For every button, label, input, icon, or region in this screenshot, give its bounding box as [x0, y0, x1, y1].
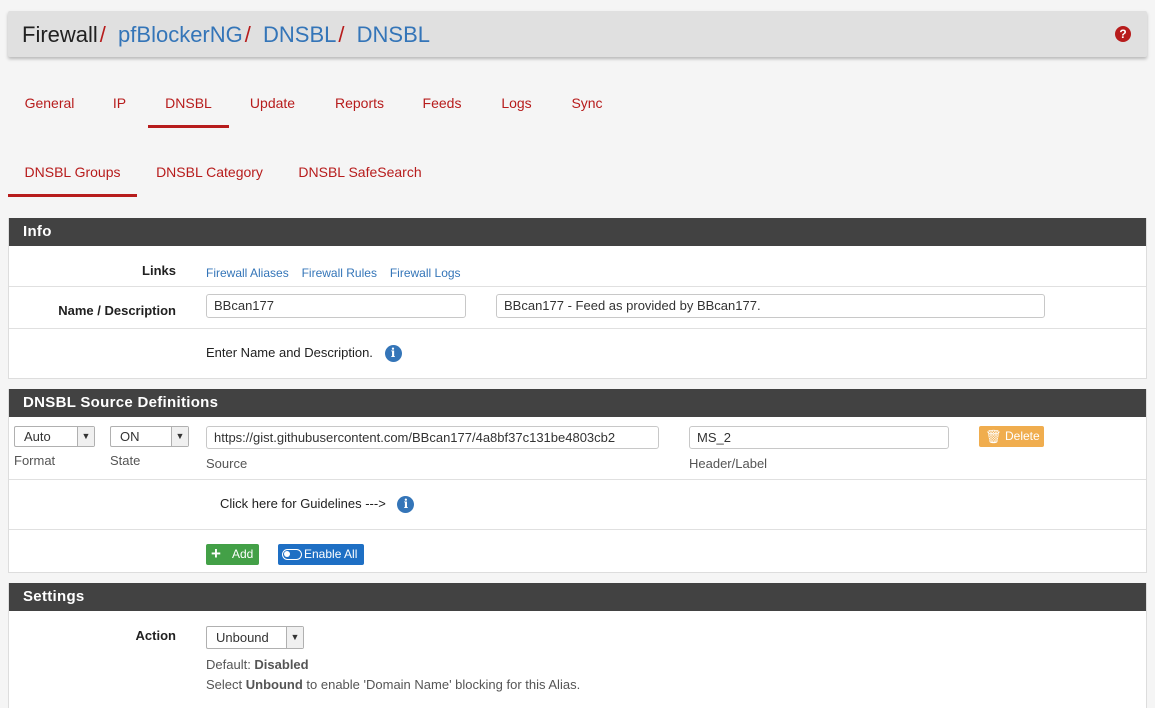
source-definitions-title: DNSBL Source Definitions	[9, 389, 1146, 417]
info-panel-title: Info	[9, 218, 1146, 246]
action-select[interactable]: Unbound ▼	[206, 626, 304, 649]
description-input[interactable]: BBcan177 - Feed as provided by BBcan177.	[496, 294, 1045, 318]
action-value: Unbound	[216, 630, 269, 645]
source-definitions-panel: DNSBL Source Definitions Auto ▼ Format O…	[8, 389, 1147, 573]
action-help: Select Unbound to enable 'Domain Name' b…	[206, 677, 580, 692]
tab-dnsbl-category[interactable]: DNSBL Category	[137, 156, 282, 197]
delete-button[interactable]: 🗑 Delete	[979, 426, 1044, 447]
tab-update[interactable]: Update	[229, 87, 316, 128]
state-select[interactable]: ON ▼	[110, 426, 189, 447]
question-circle-icon[interactable]: ?	[1115, 26, 1131, 42]
header-label-caption: Header/Label	[689, 456, 768, 471]
link-firewall-rules[interactable]: Firewall Rules	[302, 266, 377, 280]
add-button[interactable]: + Add	[206, 544, 259, 565]
links-row: Links Firewall Aliases Firewall Rules Fi…	[9, 246, 1146, 287]
tab-feeds[interactable]: Feeds	[403, 87, 481, 128]
chevron-down-icon: ▼	[77, 427, 94, 446]
breadcrumb-pfblockerng[interactable]: pfBlockerNG	[118, 22, 243, 47]
chevron-down-icon: ▼	[171, 427, 188, 446]
trash-icon: 🗑	[985, 429, 1002, 444]
primary-tabs: General IP DNSBL Update Reports Feeds Lo…	[8, 87, 622, 128]
enable-all-label: Enable All	[304, 547, 358, 561]
action-default: Default: Disabled	[206, 657, 309, 672]
info-hint-row: Enter Name and Description. i	[9, 329, 1146, 378]
action-row: Action Unbound ▼ Default: Disabled Selec…	[9, 611, 1146, 701]
tab-ip[interactable]: IP	[91, 87, 148, 128]
settings-panel: Settings Action Unbound ▼ Default: Disab…	[8, 583, 1147, 708]
tab-general[interactable]: General	[8, 87, 91, 128]
breadcrumb-dnsbl-current[interactable]: DNSBL	[357, 22, 430, 47]
breadcrumb-root: Firewall	[22, 22, 98, 47]
guidelines-link[interactable]: Click here for Guidelines ---> i	[220, 496, 415, 513]
add-label: Add	[232, 547, 254, 561]
default-prefix: Default:	[206, 657, 255, 672]
info-panel: Info Links Firewall Aliases Firewall Rul…	[8, 218, 1147, 379]
link-firewall-logs[interactable]: Firewall Logs	[390, 266, 461, 280]
delete-label: Delete	[1005, 429, 1040, 443]
tab-dnsbl[interactable]: DNSBL	[148, 87, 229, 128]
breadcrumb-dnsbl[interactable]: DNSBL	[263, 22, 336, 47]
info-icon[interactable]: i	[397, 496, 415, 513]
select-suffix: to enable 'Domain Name' blocking for thi…	[302, 677, 581, 692]
state-value: ON	[120, 429, 140, 444]
info-hint: Enter Name and Description. i	[206, 345, 402, 362]
select-bold: Unbound	[245, 677, 303, 692]
source-url-input[interactable]: https://gist.githubusercontent.com/BBcan…	[206, 426, 659, 449]
page-header: Firewall/ pfBlockerNG/ DNSBL/ DNSBL ?	[8, 11, 1147, 57]
tab-dnsbl-safesearch[interactable]: DNSBL SafeSearch	[282, 156, 438, 197]
format-value: Auto	[24, 429, 51, 444]
format-select[interactable]: Auto ▼	[14, 426, 95, 447]
source-label: Source	[206, 456, 248, 471]
toggle-icon	[282, 549, 302, 560]
tab-dnsbl-groups[interactable]: DNSBL Groups	[8, 156, 137, 197]
chevron-down-icon: ▼	[286, 627, 303, 648]
format-label: Format	[14, 453, 56, 468]
action-label: Action	[135, 628, 176, 643]
select-prefix: Select	[206, 677, 246, 692]
plus-icon: +	[211, 544, 221, 563]
breadcrumb-separator: /	[244, 22, 251, 47]
name-input[interactable]: BBcan177	[206, 294, 466, 318]
settings-title: Settings	[9, 583, 1146, 611]
name-description-label: Name / Description	[58, 303, 176, 318]
tab-sync[interactable]: Sync	[552, 87, 622, 128]
links-label: Links	[142, 263, 176, 278]
state-label: State	[110, 453, 141, 468]
source-actions-row: + Add Enable All	[9, 530, 1146, 572]
breadcrumb-separator: /	[338, 22, 345, 47]
enable-all-button[interactable]: Enable All	[278, 544, 364, 565]
source-row: Auto ▼ Format ON ▼ State https://gist.gi…	[9, 417, 1146, 480]
guidelines-text: Click here for Guidelines --->	[220, 496, 386, 511]
default-value: Disabled	[254, 657, 309, 672]
breadcrumb: Firewall/ pfBlockerNG/ DNSBL/ DNSBL	[22, 22, 430, 48]
info-hint-text: Enter Name and Description.	[206, 345, 373, 360]
secondary-tabs: DNSBL Groups DNSBL Category DNSBL SafeSe…	[8, 156, 438, 197]
guidelines-row: Click here for Guidelines ---> i	[9, 480, 1146, 530]
tab-reports[interactable]: Reports	[316, 87, 403, 128]
tab-logs[interactable]: Logs	[481, 87, 552, 128]
info-icon[interactable]: i	[384, 345, 402, 362]
breadcrumb-separator: /	[99, 22, 106, 47]
header-label-input[interactable]: MS_2	[689, 426, 949, 449]
links-list: Firewall Aliases Firewall Rules Firewall…	[206, 264, 470, 280]
name-description-row: Name / Description BBcan177 BBcan177 - F…	[9, 287, 1146, 329]
link-firewall-aliases[interactable]: Firewall Aliases	[206, 266, 289, 280]
